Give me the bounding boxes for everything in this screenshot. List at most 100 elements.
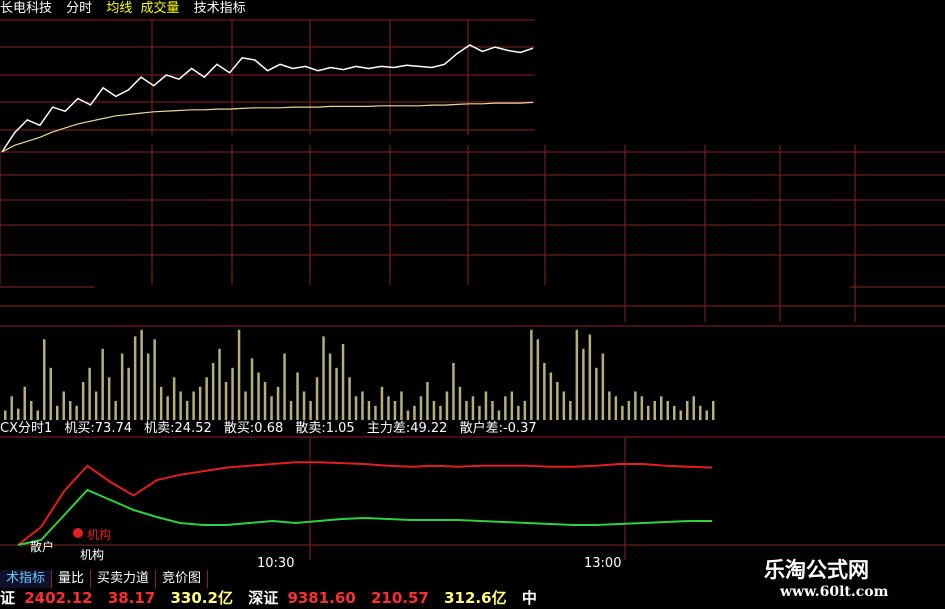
volume-bar	[510, 391, 514, 420]
volume-bar	[172, 377, 176, 421]
volume-bar	[309, 401, 312, 420]
volume-bar	[322, 336, 325, 420]
volume-bar	[406, 410, 410, 420]
tab-technical[interactable]: 术指标	[0, 570, 53, 588]
volume-bar	[530, 329, 533, 421]
institution-dot	[73, 528, 83, 538]
stat-jimai2: 机卖:24.52	[144, 421, 212, 436]
volume-bar	[302, 391, 306, 420]
volume-bar	[244, 391, 247, 420]
volume-bar	[543, 363, 546, 420]
volume-bar	[627, 401, 631, 420]
volume-bar	[556, 382, 559, 420]
volume-bar	[276, 386, 280, 421]
stat-zhuli: 主力差:49.22	[366, 421, 448, 436]
volume-bar	[257, 372, 260, 420]
volume-bar	[341, 344, 345, 420]
stat-sanhu: 散户差:-0.37	[459, 421, 537, 436]
tab-volume-ratio[interactable]: 量比	[52, 570, 92, 588]
volume-bar	[413, 405, 416, 421]
volume-bar	[192, 391, 195, 420]
volume-bar	[231, 367, 234, 421]
stock-chart-canvas	[0, 19, 945, 560]
sh-label: 证	[0, 589, 16, 607]
volume-bar	[17, 408, 20, 420]
volume-bar	[647, 405, 650, 421]
volume-bar	[101, 348, 104, 421]
volume-bar	[660, 396, 663, 421]
time-label-1030: 10:30	[257, 556, 295, 571]
volume-bar	[36, 410, 39, 420]
volume-bar	[166, 396, 169, 421]
volume-bar	[705, 410, 708, 420]
stat-jimai: 机买:73.74	[64, 421, 133, 436]
volume-bar	[94, 391, 98, 420]
extra-label: 中	[521, 589, 537, 607]
volume-bar	[393, 401, 397, 420]
watermark: 乐淘公式网 www.60lt.com	[750, 550, 945, 609]
volume-bar	[315, 377, 319, 421]
volume-bar	[419, 396, 423, 421]
volume-bar	[211, 363, 215, 420]
volume-bar	[653, 401, 656, 420]
menu-fenshi[interactable]: 分时	[66, 1, 92, 16]
indicator-name: CX分时1	[0, 421, 53, 436]
volume-bar	[283, 353, 286, 420]
watermark-url: www.60lt.com	[780, 584, 889, 600]
stat-sanmai: 散买:0.68	[223, 421, 284, 436]
legend-retail: 散户	[30, 540, 55, 554]
volume-bar	[445, 391, 449, 420]
volume-bar	[465, 401, 468, 420]
volume-bar	[263, 382, 267, 420]
volume-bar	[374, 405, 377, 421]
stat-sanmai2: 散卖:1.05	[295, 421, 355, 436]
tab-buy-sell-force[interactable]: 买卖力道	[91, 570, 157, 588]
volume-bar	[608, 391, 611, 420]
volume-bar	[673, 405, 676, 421]
volume-bar	[621, 405, 624, 421]
volume-bar	[4, 410, 7, 420]
volume-bar	[517, 405, 520, 421]
volume-bar	[114, 401, 117, 420]
volume-bar	[354, 396, 358, 421]
sh-index: 2402.12	[24, 589, 93, 607]
grid-lines	[0, 19, 945, 560]
sz-amount: 312.6亿	[444, 589, 507, 607]
volume-bar	[523, 401, 527, 420]
volume-bar	[686, 401, 689, 420]
volume-bar	[504, 396, 507, 421]
volume-bar	[569, 401, 572, 420]
menu-volume[interactable]: 成交量	[140, 1, 179, 16]
volume-bar	[296, 372, 299, 420]
volume-bar	[575, 329, 579, 421]
volume-bar	[348, 377, 351, 421]
sz-change: 210.57	[371, 589, 429, 607]
menu-technical[interactable]: 技术指标	[194, 1, 246, 16]
volume-bar	[153, 339, 156, 421]
tab-auction[interactable]: 竞价图	[156, 570, 209, 588]
volume-bar	[692, 396, 695, 421]
volume-bars	[4, 329, 715, 421]
volume-bar	[56, 405, 59, 421]
indicator-stats: CX分时1 机买:73.74 机卖:24.52 散买:0.68 散卖:1.05 …	[0, 421, 545, 437]
menu-junxian[interactable]: 均线	[106, 1, 132, 16]
volume-bar	[81, 382, 85, 420]
volume-bar	[452, 363, 455, 420]
volume-bar	[634, 391, 637, 420]
volume-bar	[432, 401, 436, 420]
sh-amount: 330.2亿	[170, 589, 233, 607]
volume-bar	[439, 405, 442, 421]
retail-line	[17, 488, 712, 546]
volume-bar	[400, 391, 403, 420]
volume-bar	[185, 401, 189, 420]
volume-bar	[471, 396, 475, 421]
volume-bar	[536, 339, 540, 421]
volume-bar	[75, 405, 78, 421]
volume-bar	[478, 405, 481, 421]
volume-bar	[218, 348, 221, 421]
stock-name: 长电科技	[0, 1, 53, 16]
volume-bar	[562, 391, 566, 420]
volume-bar	[198, 386, 202, 421]
volume-bar	[595, 367, 598, 421]
volume-bar	[497, 410, 501, 420]
